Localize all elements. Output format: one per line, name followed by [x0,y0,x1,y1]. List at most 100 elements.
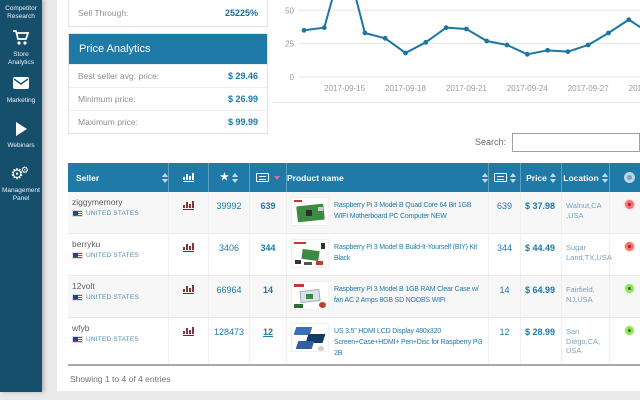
country-label: UNITED STATES [86,252,139,259]
product-cell: Raspberry Pi 3 Model B Quad Core 64 Bit … [287,192,489,233]
rating-value[interactable]: 128473 [214,327,244,337]
quantity-cell: 14 [489,276,521,317]
sidebar-item-label: Competitor Research [0,5,42,21]
sidebar-item-management-panel[interactable]: ⚙⚙ Management Panel [0,166,42,203]
search-input[interactable] [512,133,640,152]
status-cell [610,276,640,317]
sort-icon [162,173,168,183]
price-analytics-panel: Price Analytics Best seller avg. price: … [68,33,268,134]
us-flag-icon [72,252,83,259]
seller-name: wfyb [72,323,164,334]
sort-icon [602,173,608,183]
seller-cell: ziggymemory UNITED STATES [68,192,169,233]
column-header-product-name[interactable]: Product name [287,163,489,192]
rating-value[interactable]: 39992 [216,201,241,211]
listbox-icon [256,173,269,182]
sold-value[interactable]: 14 [263,285,273,295]
sidebar-item-competitor-research[interactable]: Competitor Research [0,0,42,21]
seller-history-chart-icon[interactable] [183,243,194,252]
rating-value[interactable]: 3406 [219,243,239,253]
column-header-status[interactable] [610,163,640,192]
product-name-link[interactable]: US 3.5" HDMI LCD Display 480x320 Screen+… [334,323,484,359]
sidebar-item-store-analytics[interactable]: Store Analytics [0,30,42,67]
gears-icon: ⚙⚙ [0,166,42,184]
seller-history-chart-icon[interactable] [183,327,194,336]
price-value: $ 37.98 [525,197,555,228]
location-cell: San Diego,CA, USA [562,318,610,364]
price-analytics-title: Price Analytics [69,34,267,64]
seller-cell: berryku UNITED STATES [68,234,169,275]
envelope-icon [0,76,42,94]
us-flag-icon [72,210,83,217]
product-thumbnail [291,323,329,352]
location-cell: Walnut,CA ,USA [562,192,610,233]
sell-through-row: Sell Through: 25225% [68,0,268,27]
us-flag-icon [72,294,83,301]
location-cell: Fairfield, NJ,USA [562,276,610,317]
location-value: Walnut,CA ,USA [566,197,605,228]
rating-cell: 128473 [209,318,250,364]
table-row: 12volt UNITED STATES 66964 14 Raspberry … [68,276,640,318]
sold-value[interactable]: 12 [263,327,273,337]
quantity-value: 14 [499,285,509,295]
status-cell [610,318,640,364]
rating-cell: 3406 [209,234,250,275]
column-label: Price [526,173,547,183]
seller-country: UNITED STATES [72,210,164,217]
price-value: $ 64.99 [525,281,555,312]
table-header: Seller ★ Product name [68,163,640,192]
column-header-chart[interactable] [169,163,209,192]
sell-through-value: 25225% [225,8,258,18]
column-header-quantity[interactable] [489,163,521,192]
column-header-rating[interactable]: ★ [209,163,250,192]
best-seller-avg-price-row: Best seller avg. price: $ 29.46 [69,64,267,87]
svg-text:2017-09-18: 2017-09-18 [385,84,426,93]
rating-value[interactable]: 66964 [216,285,241,295]
table-footer: Showing 1 to 4 of 4 entries [68,366,640,391]
seller-chart-cell [169,192,209,233]
seller-name: 12volt [72,281,164,292]
seller-chart-cell [169,234,209,275]
column-label: Location [563,173,598,183]
column-header-seller[interactable]: Seller [68,163,169,192]
column-header-location[interactable]: Location [562,163,610,192]
sort-icon [510,173,516,183]
seller-history-chart-icon[interactable] [183,201,194,210]
rating-cell: 66964 [209,276,250,317]
column-header-sold[interactable] [250,163,287,192]
sidebar-item-label: Webinars [0,142,42,150]
sidebar: Competitor Research Store Analytics Mark… [0,0,42,392]
seller-country: UNITED STATES [72,336,164,343]
sidebar-item-label: Marketing [0,97,42,105]
listbox-icon [494,173,507,182]
sidebar-item-webinars[interactable]: Webinars [0,121,42,150]
quantity-value: 344 [497,243,512,253]
status-indicator-dot [625,200,634,209]
product-name-link[interactable]: Raspberry Pi 3 Model B Build-It-Yourself… [334,239,484,270]
seller-name: berryku [72,239,164,250]
stat-value: $ 99.99 [228,117,258,127]
product-name-link[interactable]: Raspberry Pi 3 Model B Quad Core 64 Bit … [334,197,484,228]
sort-desc-icon [274,176,280,180]
sellers-table: Seller ★ Product name [68,163,640,391]
price-cell: $ 37.98 [521,192,562,233]
sold-value[interactable]: 639 [260,201,275,211]
seller-history-chart-icon[interactable] [183,285,194,294]
svg-text:0: 0 [290,73,295,82]
stat-label: Best seller avg. price: [78,71,159,81]
table-body: ziggymemory UNITED STATES 39992 639 Rasp… [68,192,640,365]
column-header-price[interactable]: Price [521,163,562,192]
svg-text:2017-09-30: 2017-09-30 [629,84,640,93]
sidebar-item-marketing[interactable]: Marketing [0,76,42,105]
price-cell: $ 64.99 [521,276,562,317]
quantity-value: 639 [497,201,512,211]
table-row: wfyb UNITED STATES 128473 12 US 3.5" HDM… [68,318,640,365]
sold-value[interactable]: 344 [260,243,275,253]
sort-icon [482,173,488,183]
product-cell: Raspberry Pi 3 Model B 1GB RAM Clear Cas… [287,276,489,317]
status-indicator-dot [625,284,634,293]
seller-country: UNITED STATES [72,252,164,259]
product-name-link[interactable]: Raspberry Pi 3 Model B 1GB RAM Clear Cas… [334,281,484,312]
price-value: $ 44.49 [525,239,555,270]
seller-cell: 12volt UNITED STATES [68,276,169,317]
